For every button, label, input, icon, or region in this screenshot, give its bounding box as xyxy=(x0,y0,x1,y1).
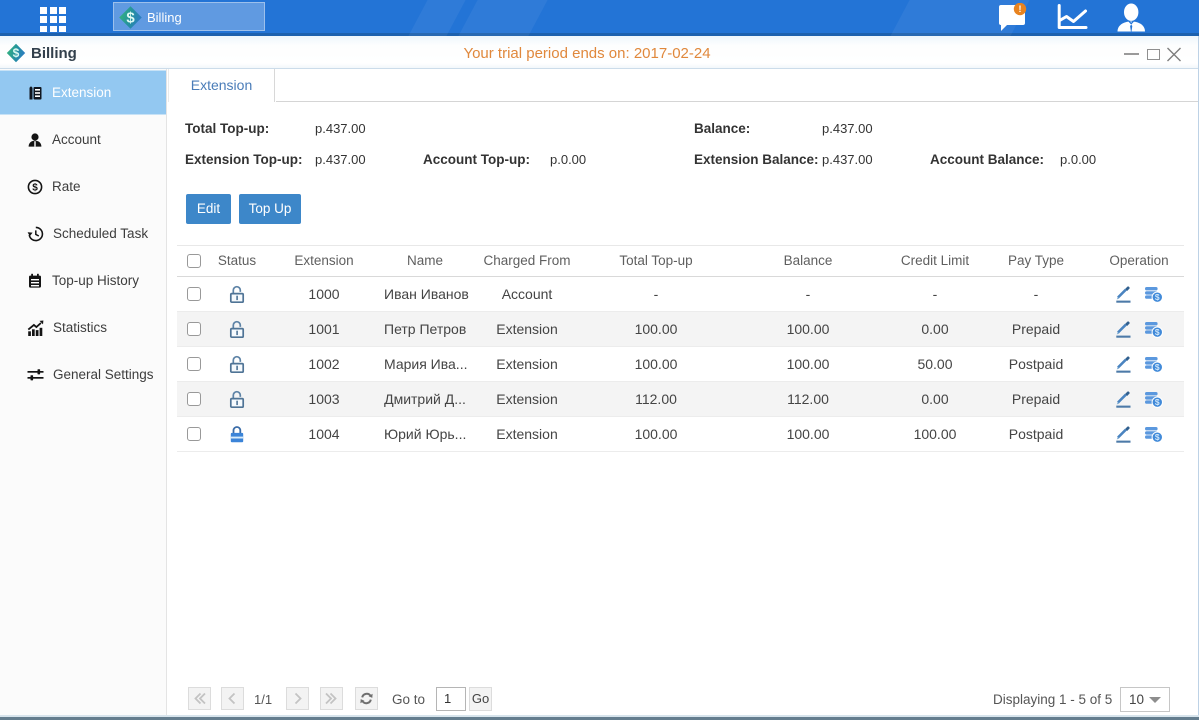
svg-text:$: $ xyxy=(32,182,38,193)
svg-text:$: $ xyxy=(1155,432,1160,442)
svg-text:$: $ xyxy=(1155,397,1160,407)
svg-text:!: ! xyxy=(1019,4,1022,14)
svg-text:$: $ xyxy=(1155,292,1160,302)
svg-text:$: $ xyxy=(1155,327,1160,337)
svg-text:$: $ xyxy=(126,10,135,27)
svg-text:$: $ xyxy=(1155,362,1160,372)
